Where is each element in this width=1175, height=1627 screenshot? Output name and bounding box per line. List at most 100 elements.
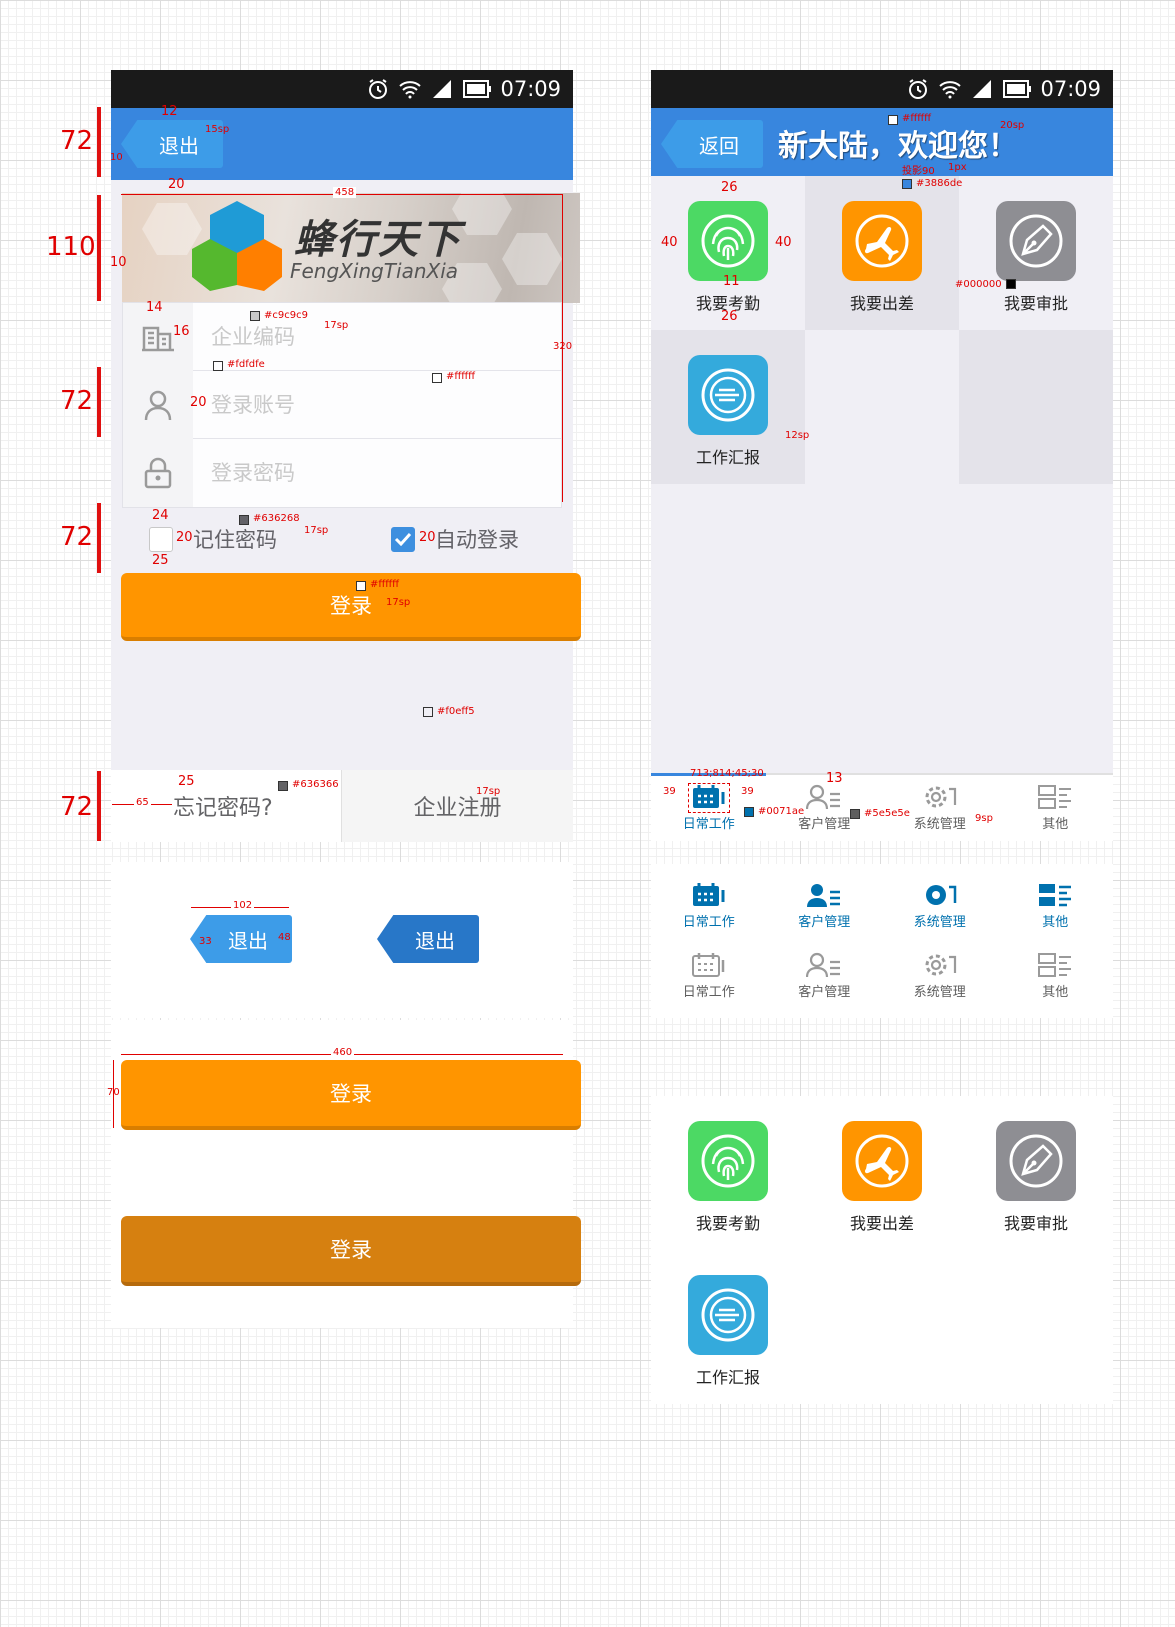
tab-label: 客户管理 [798, 915, 851, 930]
annotation-dim: 20 [190, 395, 207, 410]
banner-hex [502, 233, 562, 285]
annotation-dim: 320 [553, 341, 573, 352]
annotation-dim: 24 [152, 508, 169, 523]
login-button-normal[interactable]: 登录 [121, 1060, 581, 1130]
gear-icon [925, 786, 956, 808]
annotation-color: #ffffff [902, 113, 932, 124]
tab-system-active[interactable]: 系统管理 [882, 872, 998, 940]
remember-password[interactable]: 记住密码 [149, 524, 277, 554]
logo-banner: 蜂行天下 FengXingTianXia [122, 193, 580, 303]
annotation-color: #5e5e5e [864, 808, 910, 819]
password-input[interactable] [211, 461, 541, 485]
annotation-color: #3886de [916, 178, 963, 189]
color-swatch [850, 809, 860, 819]
annotation-dim: 12 [161, 104, 178, 119]
annotation-dim: 13 [826, 771, 843, 786]
app-grid: 我要考勤 我要出差 我要审批 工作汇报 [651, 176, 1113, 484]
status-bar: 07:09 [111, 70, 573, 108]
annotation-dim: 48 [278, 932, 291, 943]
app-work-report[interactable]: 工作汇报 [651, 330, 805, 484]
gear-icon [925, 885, 956, 905]
tab-other-normal[interactable]: 其他 [998, 942, 1114, 1010]
spec-app-approval[interactable]: 我要审批 [959, 1096, 1113, 1250]
annotation-dim: 102 [231, 900, 255, 911]
tab-other-active[interactable]: 其他 [998, 872, 1114, 940]
wifi-icon [399, 81, 422, 99]
signal-icon [973, 80, 992, 98]
back-button-spec [111, 862, 573, 1018]
annotation-dim: 10 [110, 255, 127, 270]
tab-customer-active[interactable]: 客户管理 [767, 872, 883, 940]
company-code-input[interactable] [211, 324, 541, 349]
tab-label: 系统管理 [913, 985, 966, 1000]
height-marker [97, 771, 101, 841]
app-label: 我要审批 [1003, 1214, 1068, 1233]
app-label: 我要考勤 [695, 1214, 760, 1233]
annotation-dim: 20 [419, 530, 436, 545]
account-input[interactable] [211, 392, 541, 417]
tab-daily-work-normal[interactable]: 日常工作 [651, 942, 767, 1010]
annotation-dim: 17sp [386, 597, 411, 608]
exit-label: 退出 [415, 928, 455, 953]
annotation-color: #c9c9c9 [264, 310, 308, 321]
annotation-dim: 458 [333, 187, 357, 198]
annotation-height: 72 [60, 126, 94, 156]
annotation-color: #ffffff [446, 371, 476, 382]
app-attendance[interactable]: 我要考勤 [651, 176, 805, 330]
tab-daily-work-active[interactable]: 日常工作 [651, 872, 767, 940]
tab-row-normal: 日常工作 客户管理 系统管理 其他 [651, 942, 1113, 1010]
tab-customer-normal[interactable]: 客户管理 [767, 942, 883, 1010]
logo-cubes-icon [192, 201, 282, 291]
tab-other[interactable]: 其他 [998, 775, 1114, 841]
tab-label: 其他 [1042, 985, 1069, 1000]
back-button[interactable]: 返回 [661, 120, 763, 168]
lock-icon [144, 457, 172, 489]
login-button[interactable]: 登录 [121, 573, 581, 641]
annotation-dim: 17sp [476, 786, 501, 797]
login-button-pressed[interactable]: 登录 [121, 1216, 581, 1286]
auto-login[interactable]: 自动登录 [391, 524, 519, 554]
spec-app-attendance[interactable]: 我要考勤 [651, 1096, 805, 1250]
annotation-height: 72 [60, 522, 94, 552]
account-row [123, 370, 561, 439]
login-header: 退出 [111, 108, 573, 180]
app-business-trip[interactable]: 我要出差 [805, 176, 959, 330]
exit-button-pressed[interactable]: 退出 [377, 915, 479, 963]
annotation-color: #636366 [292, 779, 339, 790]
app-label: 我要出差 [849, 1214, 914, 1233]
login-button-label: 登录 [330, 1238, 372, 1262]
login-button-label: 登录 [330, 1082, 372, 1106]
logo-subtitle: FengXingTianXia [290, 259, 459, 283]
annotation-note: 1px [948, 162, 967, 173]
color-swatch [902, 179, 912, 189]
grid-empty-cell [959, 330, 1113, 484]
tab-label: 系统管理 [913, 817, 966, 832]
company-register-link[interactable]: 企业注册 [342, 770, 573, 842]
annotation-dim: 20sp [1000, 120, 1025, 131]
annotation-dim: 20 [176, 530, 193, 545]
app-approval[interactable]: 我要审批 [959, 176, 1113, 330]
tab-label: 日常工作 [682, 915, 735, 930]
list-icon [1038, 953, 1072, 977]
airplane-icon [842, 1121, 922, 1201]
status-bar: 07:09 [651, 70, 1113, 108]
annotation-color: #ffffff [370, 579, 400, 590]
spec-app-work-report[interactable]: 工作汇报 [651, 1250, 805, 1404]
gear-icon [925, 954, 956, 976]
auto-login-checkbox[interactable] [391, 526, 415, 552]
annotation-dim: 16 [173, 324, 190, 339]
annotation-dim: 39 [741, 786, 754, 797]
color-swatch [250, 311, 260, 321]
color-swatch [356, 581, 366, 591]
pen-nib-icon [996, 201, 1076, 281]
password-row [123, 439, 561, 507]
tab-system-normal[interactable]: 系统管理 [882, 942, 998, 1010]
dimension-box [688, 783, 730, 813]
pen-nib-icon [996, 1121, 1076, 1201]
spec-app-business-trip[interactable]: 我要出差 [805, 1096, 959, 1250]
remember-checkbox[interactable] [149, 526, 173, 552]
app-label: 我要出差 [849, 294, 914, 313]
customer-icon [806, 784, 841, 810]
annotation-dim: 65 [134, 797, 151, 808]
list-icon [1038, 785, 1072, 809]
